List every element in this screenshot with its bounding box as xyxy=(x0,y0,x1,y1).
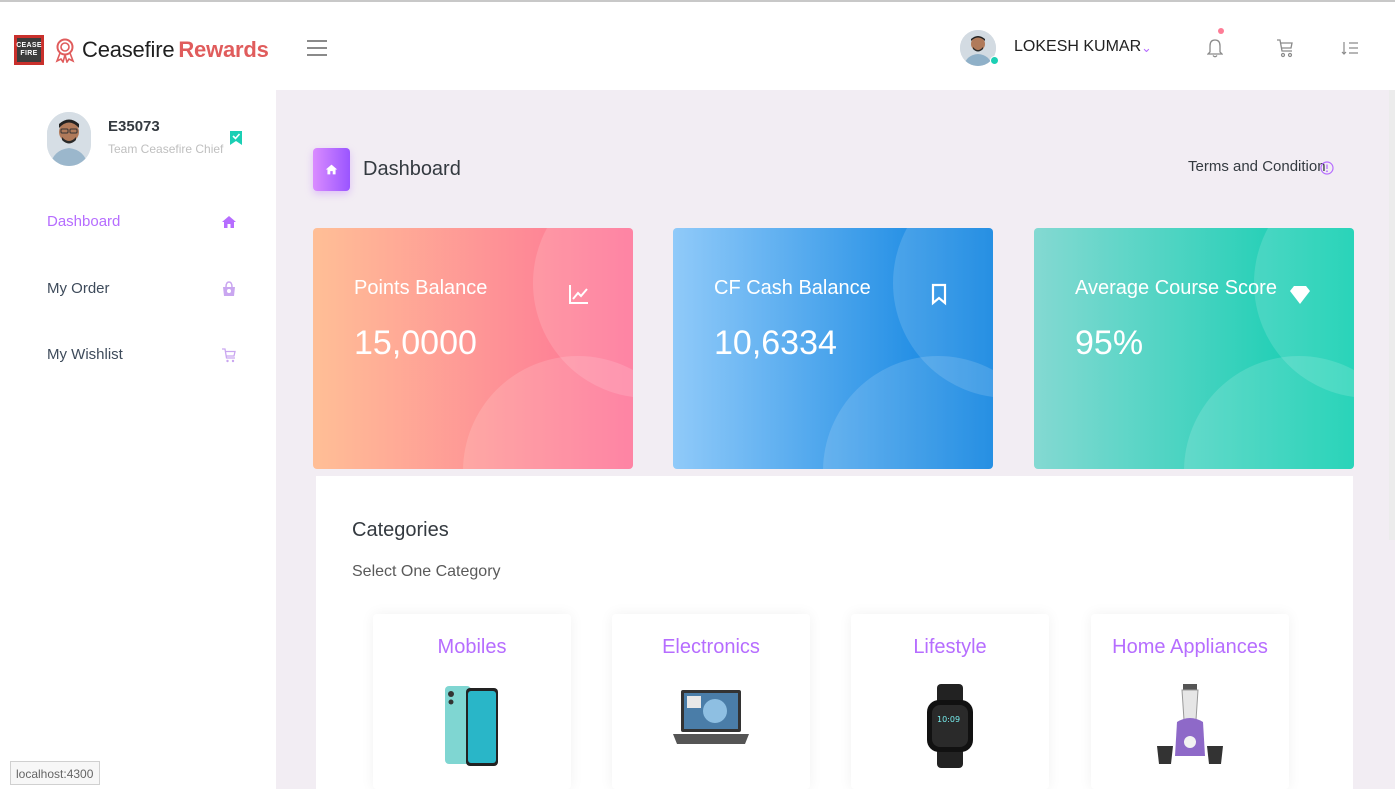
cart-icon xyxy=(222,348,236,363)
top-navbar: CEASE FIRE Ceasefire Rewards LOKESH KUMAR… xyxy=(0,0,1395,90)
card-title: Points Balance xyxy=(354,277,488,299)
brand-name-part2: Rewards xyxy=(178,37,269,62)
verified-bookmark-icon xyxy=(230,131,242,145)
diamond-icon xyxy=(1290,286,1310,304)
page-scrollbar[interactable] xyxy=(1389,90,1395,540)
svg-text:10:09: 10:09 xyxy=(937,715,960,724)
brand[interactable]: CEASE FIRE Ceasefire Rewards xyxy=(14,35,269,65)
profile-avatar[interactable] xyxy=(47,112,91,166)
sidebar-item-label: My Wishlist xyxy=(47,346,123,363)
card-value: 10,6334 xyxy=(714,324,837,362)
sidebar xyxy=(0,90,276,789)
logo-text-line1: CEASE xyxy=(16,42,42,49)
categories-title: Categories xyxy=(352,519,449,541)
user-name[interactable]: LOKESH KUMAR xyxy=(1014,38,1141,56)
points-balance-card: Points Balance 15,0000 xyxy=(313,228,633,469)
category-name: Electronics xyxy=(662,636,760,658)
logo-text-line2: FIRE xyxy=(20,50,38,57)
sidebar-item-my-wishlist[interactable]: My Wishlist xyxy=(47,346,247,368)
award-ribbon-icon xyxy=(55,38,75,63)
card-title: Average Course Score xyxy=(1075,277,1277,299)
profile-id: E35073 xyxy=(108,118,160,135)
cart-icon[interactable] xyxy=(1275,37,1295,59)
profile-role: Team Ceasefire Chief xyxy=(108,142,224,156)
page-title: Dashboard xyxy=(363,158,461,180)
category-card-mobiles[interactable]: Mobiles xyxy=(373,614,571,789)
average-course-score-card: Average Course Score 95% xyxy=(1034,228,1354,469)
mixer-grinder-image xyxy=(1157,684,1223,764)
browser-status-url: localhost:4300 xyxy=(10,761,100,785)
sidebar-item-my-order[interactable]: My Order xyxy=(47,280,247,302)
category-name: Lifestyle xyxy=(913,636,987,658)
brand-name-part1: Ceasefire xyxy=(82,37,175,62)
sidebar-item-label: Dashboard xyxy=(47,213,121,230)
ceasefire-logo: CEASE FIRE xyxy=(14,35,44,65)
category-name: Home Appliances xyxy=(1112,636,1268,658)
smartwatch-image: 10:09 xyxy=(927,684,973,768)
bell-icon[interactable] xyxy=(1207,36,1223,58)
list-icon[interactable] xyxy=(1341,39,1359,57)
info-circle-icon[interactable] xyxy=(1320,161,1334,175)
chevron-down-icon[interactable]: ⌄ xyxy=(1141,40,1152,56)
bookmark-icon xyxy=(931,283,947,306)
card-value: 15,0000 xyxy=(354,324,477,362)
category-card-home-appliances[interactable]: Home Appliances xyxy=(1091,614,1289,789)
category-card-lifestyle[interactable]: Lifestyle 10:09 xyxy=(851,614,1049,789)
sidebar-item-dashboard[interactable]: Dashboard xyxy=(47,213,247,235)
notification-dot xyxy=(1218,28,1224,34)
cf-cash-balance-card: CF Cash Balance 10,6334 xyxy=(673,228,993,469)
home-icon xyxy=(222,216,236,228)
online-status-dot xyxy=(990,56,999,65)
laptop-image xyxy=(673,690,749,744)
brand-name: Ceasefire Rewards xyxy=(82,37,269,63)
category-card-electronics[interactable]: Electronics xyxy=(612,614,810,789)
home-icon xyxy=(325,164,338,175)
page-header-icon xyxy=(313,148,350,191)
phone-image xyxy=(445,686,498,766)
sidebar-item-label: My Order xyxy=(47,280,110,297)
category-name: Mobiles xyxy=(437,636,507,658)
menu-toggle-icon[interactable] xyxy=(307,40,327,56)
categories-subtitle: Select One Category xyxy=(352,563,501,580)
terms-and-condition-link[interactable]: Terms and Condition xyxy=(1188,158,1326,175)
card-title: CF Cash Balance xyxy=(714,277,871,299)
card-value: 95% xyxy=(1075,324,1144,362)
chart-line-icon xyxy=(569,285,588,304)
shopping-bag-icon xyxy=(223,281,235,296)
